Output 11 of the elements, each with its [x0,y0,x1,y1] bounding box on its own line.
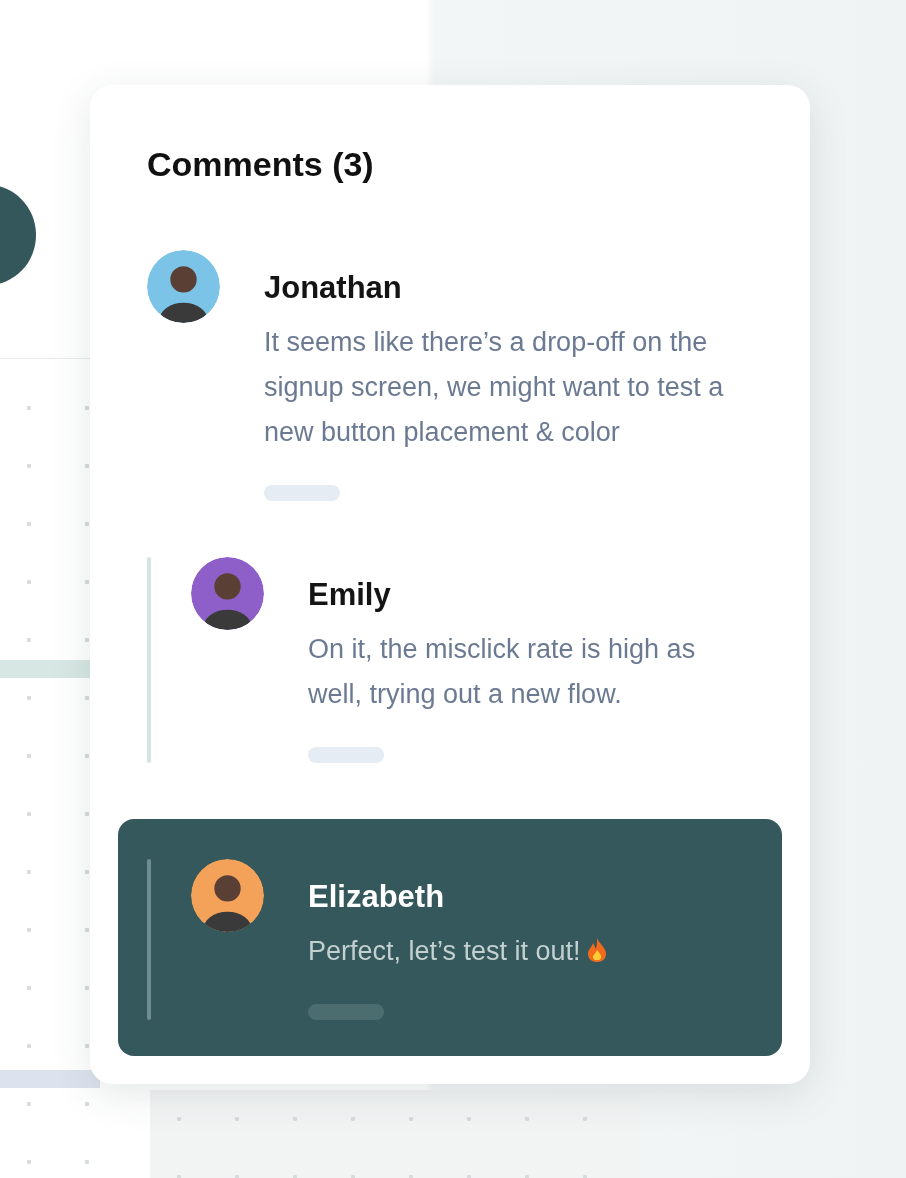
comment-text: On it, the misclick rate is high as well, trying out a new flow. [308,633,697,711]
fire-icon [586,937,607,963]
reply-item[interactable]: Elizabeth Perfect, let’s test it out! [118,819,782,1056]
author-name: Emily [308,577,391,613]
author-name: Jonathan [264,270,402,306]
author-name: Elizabeth [308,879,445,915]
comment-item[interactable]: Jonathan It seems like there’s a drop-off on the signup screen, we might want to test a new button placement & color [118,250,782,501]
comment-text: It seems like there’s a drop-off on the signup screen, we might want to test a new button placement & color [264,326,725,449]
comment-text: Perfect, let’s test it out! [308,929,607,974]
panel-title: Comments (3) [147,145,375,184]
reply-item[interactable]: Emily On it, the misclick rate is high as well, trying out a new flow. [118,557,782,763]
